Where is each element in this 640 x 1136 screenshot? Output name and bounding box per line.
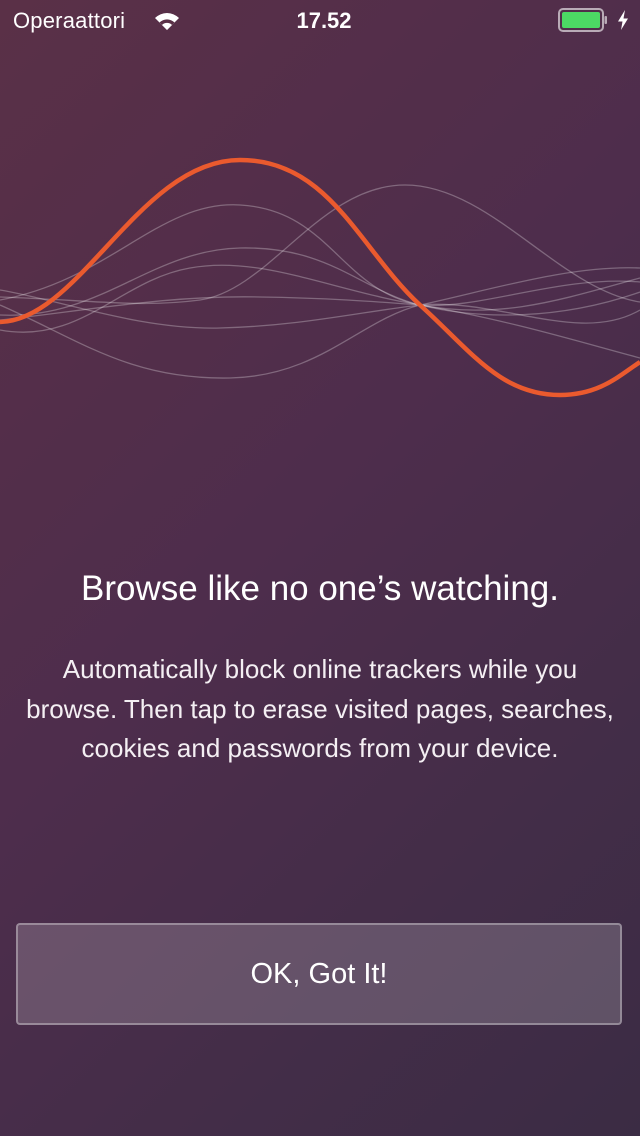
battery-icon — [558, 8, 607, 32]
waves-illustration — [0, 157, 640, 398]
onboarding-headline: Browse like no one’s watching. — [81, 569, 559, 608]
onboarding-description: Automatically block online trackers whil… — [26, 654, 614, 763]
status-time: 17.52 — [296, 8, 352, 33]
status-bar: Operaattori 17.52 — [0, 0, 640, 40]
charging-bolt-icon — [618, 10, 628, 30]
ok-got-it-button[interactable]: OK, Got It! — [16, 923, 622, 1025]
